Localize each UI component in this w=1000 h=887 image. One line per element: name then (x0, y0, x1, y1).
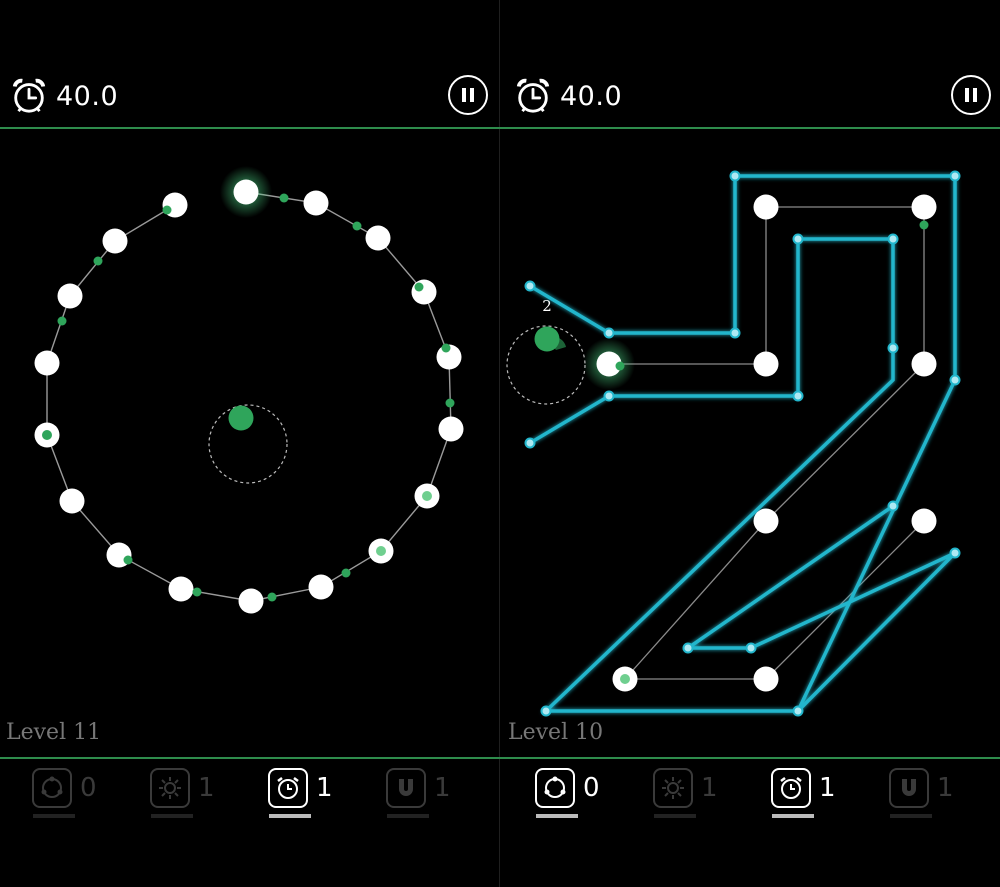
powerup-sun[interactable]: 1 (150, 768, 215, 818)
alarm-clock-icon (516, 78, 550, 113)
alarm-clock-icon (780, 777, 802, 799)
ring-node[interactable] (233, 179, 259, 205)
ring-node[interactable] (57, 283, 83, 309)
level-label: Level 11 (6, 720, 102, 745)
pause-icon (462, 88, 474, 102)
powerup-magnet[interactable]: 1 (889, 768, 954, 818)
ring-nodes[interactable] (34, 179, 464, 614)
sun-icon (662, 777, 684, 799)
ring-node[interactable] (365, 225, 391, 251)
magnet-icon (399, 779, 413, 796)
ring-node[interactable] (438, 416, 464, 442)
magnet-icon (902, 779, 916, 796)
pause-button[interactable] (951, 75, 991, 115)
level-label: Level 10 (508, 720, 604, 745)
powerup-alarm-clock[interactable]: 1 (771, 768, 836, 818)
game-board[interactable]: 2 (500, 130, 1000, 755)
powerup-rotate[interactable]: 0 (32, 768, 97, 818)
powerup-alarm-clock[interactable]: 1 (268, 768, 333, 818)
footer-divider (0, 757, 1000, 759)
maze-node[interactable] (753, 194, 779, 220)
powerup-count: 1 (819, 773, 836, 803)
rotate-icon (544, 776, 566, 798)
ring-node[interactable] (308, 574, 334, 600)
alarm-clock-icon (277, 777, 299, 799)
powerup-magnet[interactable]: 1 (386, 768, 451, 818)
player-ball[interactable] (534, 326, 560, 352)
maze-node[interactable] (753, 508, 779, 534)
ring-node[interactable] (168, 576, 194, 602)
maze-node[interactable] (911, 351, 937, 377)
powerup-count: 0 (80, 773, 97, 803)
ring-node[interactable] (303, 190, 329, 216)
powerup-sun[interactable]: 1 (653, 768, 718, 818)
pause-button[interactable] (448, 75, 488, 115)
powerup-count: 1 (316, 773, 333, 803)
ring-node[interactable] (238, 588, 264, 614)
right-game-panel: 40.0 2 Level 10 0 1 1 1 (500, 0, 1000, 887)
powerup-count: 0 (583, 773, 600, 803)
green-dots (615, 220, 929, 684)
powerup-rotate[interactable]: 0 (535, 768, 600, 818)
ring-node[interactable] (411, 279, 437, 305)
powerup-count: 1 (701, 773, 718, 803)
move-counter: 2 (542, 297, 552, 315)
panel-divider (499, 0, 500, 887)
maze-node[interactable] (753, 666, 779, 692)
game-board[interactable] (0, 130, 500, 755)
sun-icon (159, 777, 181, 799)
header-divider (0, 127, 1000, 129)
timer: 40.0 (514, 76, 622, 116)
powerup-count: 1 (198, 773, 215, 803)
rotate-icon (41, 776, 63, 798)
ring-node[interactable] (102, 228, 128, 254)
ring-path (46, 191, 452, 602)
maze-node[interactable] (753, 351, 779, 377)
timer-value: 40.0 (560, 80, 623, 112)
powerup-count: 1 (434, 773, 451, 803)
powerup-count: 1 (937, 773, 954, 803)
maze-node[interactable] (911, 194, 937, 220)
left-game-panel: 40.0 Level 11 0 1 1 1 (0, 0, 500, 887)
timer: 40.0 (10, 76, 118, 116)
pause-icon (965, 88, 977, 102)
powerup-bar: 0 1 1 1 (0, 760, 500, 887)
timer-value: 40.0 (56, 80, 119, 112)
maze-node[interactable] (911, 508, 937, 534)
powerup-bar: 0 1 1 1 (500, 760, 1000, 887)
maze-walls (529, 174, 957, 713)
ring-node[interactable] (59, 488, 85, 514)
player-ball[interactable] (228, 405, 254, 431)
alarm-clock-icon (12, 78, 46, 113)
ring-node[interactable] (34, 350, 60, 376)
